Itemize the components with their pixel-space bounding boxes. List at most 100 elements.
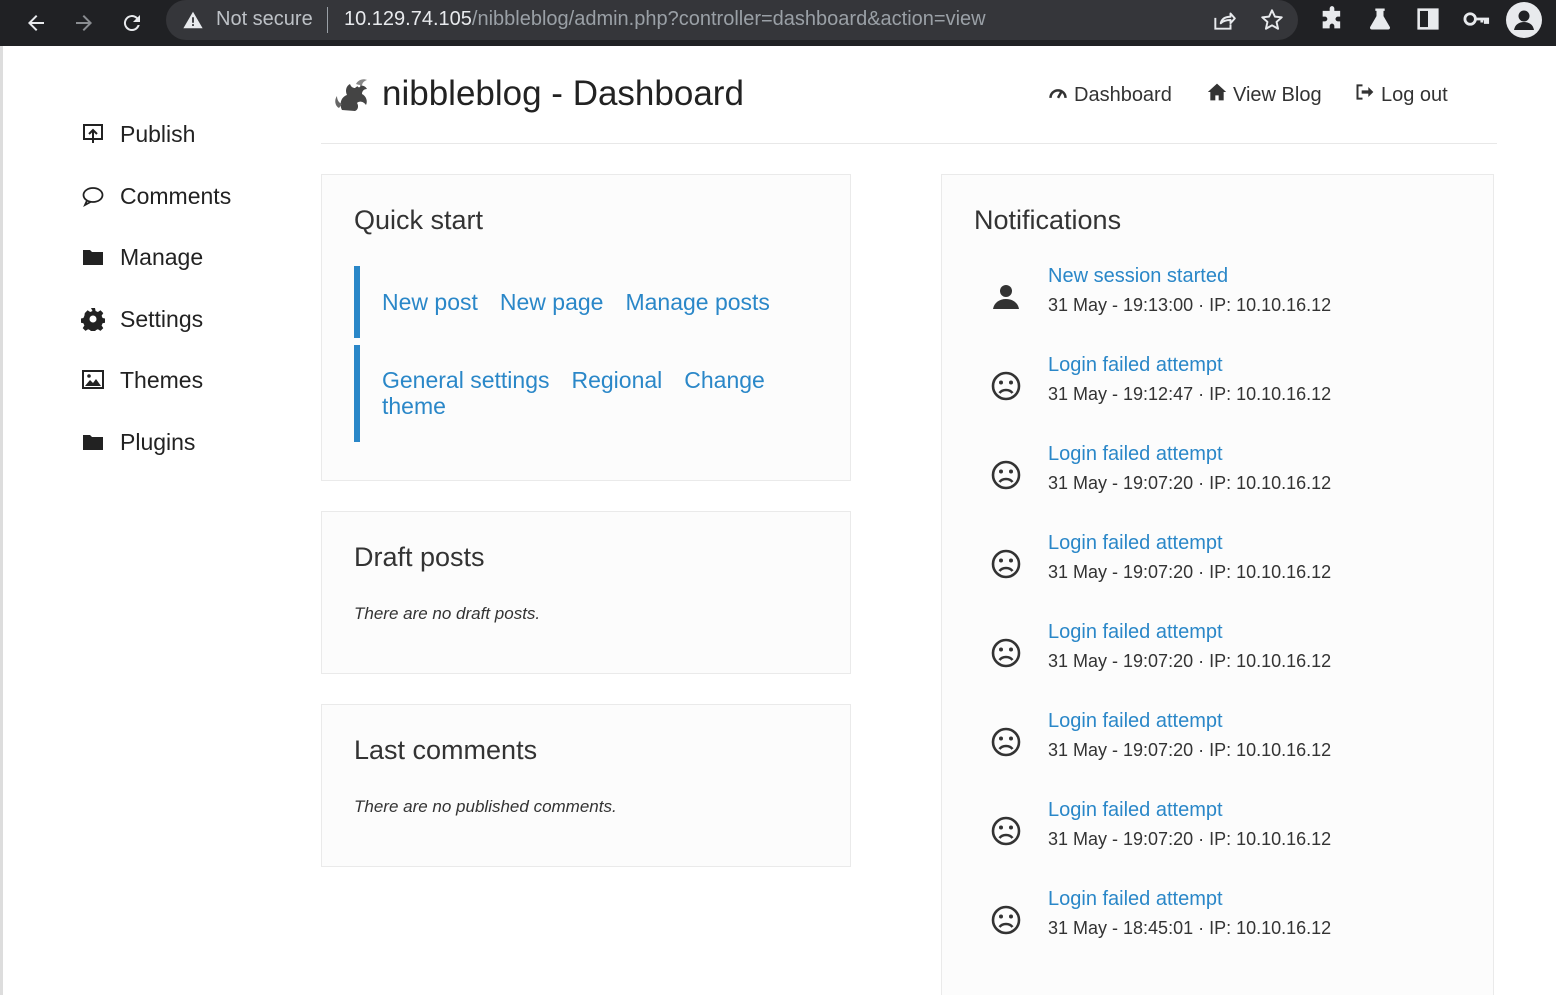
logout-icon bbox=[1355, 82, 1381, 108]
sidebar-item-label: Publish bbox=[120, 120, 196, 147]
new-post-link[interactable]: New post bbox=[382, 289, 478, 315]
frown-icon bbox=[990, 637, 1022, 669]
address-bar[interactable]: Not secure 10.129.74.105/nibbleblog/admi… bbox=[166, 0, 1298, 40]
draft-posts-empty-message: There are no draft posts. bbox=[354, 604, 541, 623]
folder-icon bbox=[80, 429, 106, 455]
user-icon bbox=[990, 281, 1022, 313]
quick-start-bar bbox=[354, 266, 360, 338]
notification-title[interactable]: Login failed attempt bbox=[1048, 354, 1223, 377]
notification-title[interactable]: Login failed attempt bbox=[1048, 710, 1223, 733]
folder-icon bbox=[80, 244, 106, 270]
quick-start-bar bbox=[354, 345, 360, 442]
notification-detail: 31 May - 19:13:00 · IP: 10.10.16.12 bbox=[1048, 295, 1332, 315]
last-comments-panel: Last comments There are no published com… bbox=[321, 704, 851, 867]
frown-icon bbox=[990, 548, 1022, 580]
gear-icon bbox=[80, 306, 106, 332]
nav-link-dashboard[interactable]: Dashboard bbox=[1048, 82, 1172, 108]
notification-item: New session started 31 May - 19:13:00 · … bbox=[974, 265, 1494, 325]
sidebar-item-themes[interactable]: Themes bbox=[80, 360, 203, 400]
divider bbox=[327, 7, 328, 33]
last-comments-empty-message: There are no published comments. bbox=[354, 797, 617, 816]
notifications-title: Notifications bbox=[974, 205, 1122, 235]
notifications-panel: Notifications New session started 31 May… bbox=[941, 174, 1494, 995]
notification-item: Login failed attempt 31 May - 19:07:20 ·… bbox=[974, 710, 1494, 770]
new-page-link[interactable]: New page bbox=[500, 289, 604, 315]
sidebar-item-settings[interactable]: Settings bbox=[80, 299, 203, 339]
image-icon bbox=[80, 367, 106, 393]
draft-posts-title: Draft posts bbox=[354, 542, 485, 572]
comment-icon bbox=[80, 183, 106, 209]
notification-item: Login failed attempt 31 May - 19:07:20 ·… bbox=[974, 799, 1494, 859]
side-panel-icon[interactable] bbox=[1414, 5, 1442, 33]
notification-detail: 31 May - 19:07:20 · IP: 10.10.16.12 bbox=[1048, 829, 1332, 849]
sidebar-item-plugins[interactable]: Plugins bbox=[80, 422, 195, 462]
notification-item: Login failed attempt 31 May - 18:45:01 ·… bbox=[974, 888, 1494, 948]
sidebar-item-manage[interactable]: Manage bbox=[80, 237, 203, 277]
notification-title[interactable]: Login failed attempt bbox=[1048, 888, 1223, 911]
quick-start-panel: Quick start New post New page Manage posts… bbox=[321, 174, 851, 481]
sidebar-item-label: Settings bbox=[120, 305, 204, 332]
notification-detail: 31 May - 19:07:20 · IP: 10.10.16.12 bbox=[1048, 651, 1332, 671]
notification-item: Login failed attempt 31 May - 19:07:20 ·… bbox=[974, 443, 1494, 503]
sidebar-item-label: Comments bbox=[120, 182, 232, 209]
sidebar-item-label: Plugins bbox=[120, 428, 196, 455]
notification-title[interactable]: Login failed attempt bbox=[1048, 621, 1223, 644]
notification-title[interactable]: Login failed attempt bbox=[1048, 532, 1223, 555]
quick-start-links-settings: General settings Regional Change theme bbox=[382, 367, 802, 419]
publish-icon bbox=[80, 121, 106, 147]
dashboard-icon bbox=[1048, 82, 1074, 108]
share-icon[interactable] bbox=[1211, 7, 1237, 33]
frown-icon bbox=[990, 815, 1022, 847]
url-text[interactable]: 10.129.74.105/nibbleblog/admin.php?contr… bbox=[344, 8, 986, 31]
extensions-icon[interactable] bbox=[1318, 5, 1346, 33]
home-icon bbox=[1207, 82, 1233, 108]
sidebar-item-publish[interactable]: Publish bbox=[80, 114, 195, 154]
notification-detail: 31 May - 19:07:20 · IP: 10.10.16.12 bbox=[1048, 473, 1332, 493]
notification-detail: 31 May - 18:45:01 · IP: 10.10.16.12 bbox=[1048, 918, 1332, 938]
profile-avatar-icon[interactable] bbox=[1506, 2, 1542, 38]
back-icon[interactable] bbox=[18, 5, 54, 41]
notification-detail: 31 May - 19:07:20 · IP: 10.10.16.12 bbox=[1048, 562, 1332, 582]
manage-posts-link[interactable]: Manage posts bbox=[625, 289, 769, 315]
url-path: /nibbleblog/admin.php?controller=dashboa… bbox=[471, 8, 986, 30]
notification-item: Login failed attempt 31 May - 19:07:20 ·… bbox=[974, 621, 1494, 681]
sidebar-item-label: Manage bbox=[120, 243, 204, 270]
quick-start-links-posts: New post New page Manage posts bbox=[382, 289, 812, 315]
draft-posts-panel: Draft posts There are no draft posts. bbox=[321, 511, 851, 674]
last-comments-title: Last comments bbox=[354, 735, 538, 765]
window-edge bbox=[0, 46, 3, 995]
notification-title[interactable]: New session started bbox=[1048, 265, 1228, 288]
frown-icon bbox=[990, 726, 1022, 758]
labs-flask-icon[interactable] bbox=[1366, 5, 1394, 33]
nav-link-label: Dashboard bbox=[1074, 83, 1172, 106]
general-settings-link[interactable]: General settings bbox=[382, 367, 549, 393]
page-header: nibbleblog - Dashboard Dashboard View Bl… bbox=[321, 60, 1497, 144]
reload-icon[interactable] bbox=[114, 5, 150, 41]
frown-icon bbox=[990, 370, 1022, 402]
notification-title[interactable]: Login failed attempt bbox=[1048, 443, 1223, 466]
nav-link-label: Log out bbox=[1381, 83, 1448, 106]
key-icon[interactable] bbox=[1462, 5, 1490, 33]
quick-start-title: Quick start bbox=[354, 205, 484, 235]
warning-icon[interactable] bbox=[182, 9, 204, 31]
page-title: nibbleblog - Dashboard bbox=[382, 74, 744, 113]
browser-toolbar: Not secure 10.129.74.105/nibbleblog/admi… bbox=[0, 0, 1556, 46]
forward-icon[interactable] bbox=[66, 5, 102, 41]
frown-icon bbox=[990, 459, 1022, 491]
sidebar-item-comments[interactable]: Comments bbox=[80, 176, 231, 216]
nav-link-view-blog[interactable]: View Blog bbox=[1207, 82, 1322, 108]
security-status[interactable]: Not secure bbox=[216, 8, 313, 31]
nav-link-label: View Blog bbox=[1233, 83, 1322, 106]
url-host: 10.129.74.105 bbox=[344, 8, 472, 30]
star-icon[interactable] bbox=[1259, 7, 1285, 33]
regional-link[interactable]: Regional bbox=[571, 367, 662, 393]
sidebar-item-label: Themes bbox=[120, 366, 204, 393]
notification-detail: 31 May - 19:12:47 · IP: 10.10.16.12 bbox=[1048, 384, 1332, 404]
nibbleblog-logo bbox=[333, 74, 373, 114]
frown-icon bbox=[990, 904, 1022, 936]
notification-item: Login failed attempt 31 May - 19:07:20 ·… bbox=[974, 532, 1494, 592]
notification-item: Login failed attempt 31 May - 19:12:47 ·… bbox=[974, 354, 1494, 414]
notification-title[interactable]: Login failed attempt bbox=[1048, 799, 1223, 822]
nav-link-logout[interactable]: Log out bbox=[1355, 82, 1448, 108]
notification-detail: 31 May - 19:07:20 · IP: 10.10.16.12 bbox=[1048, 740, 1332, 760]
